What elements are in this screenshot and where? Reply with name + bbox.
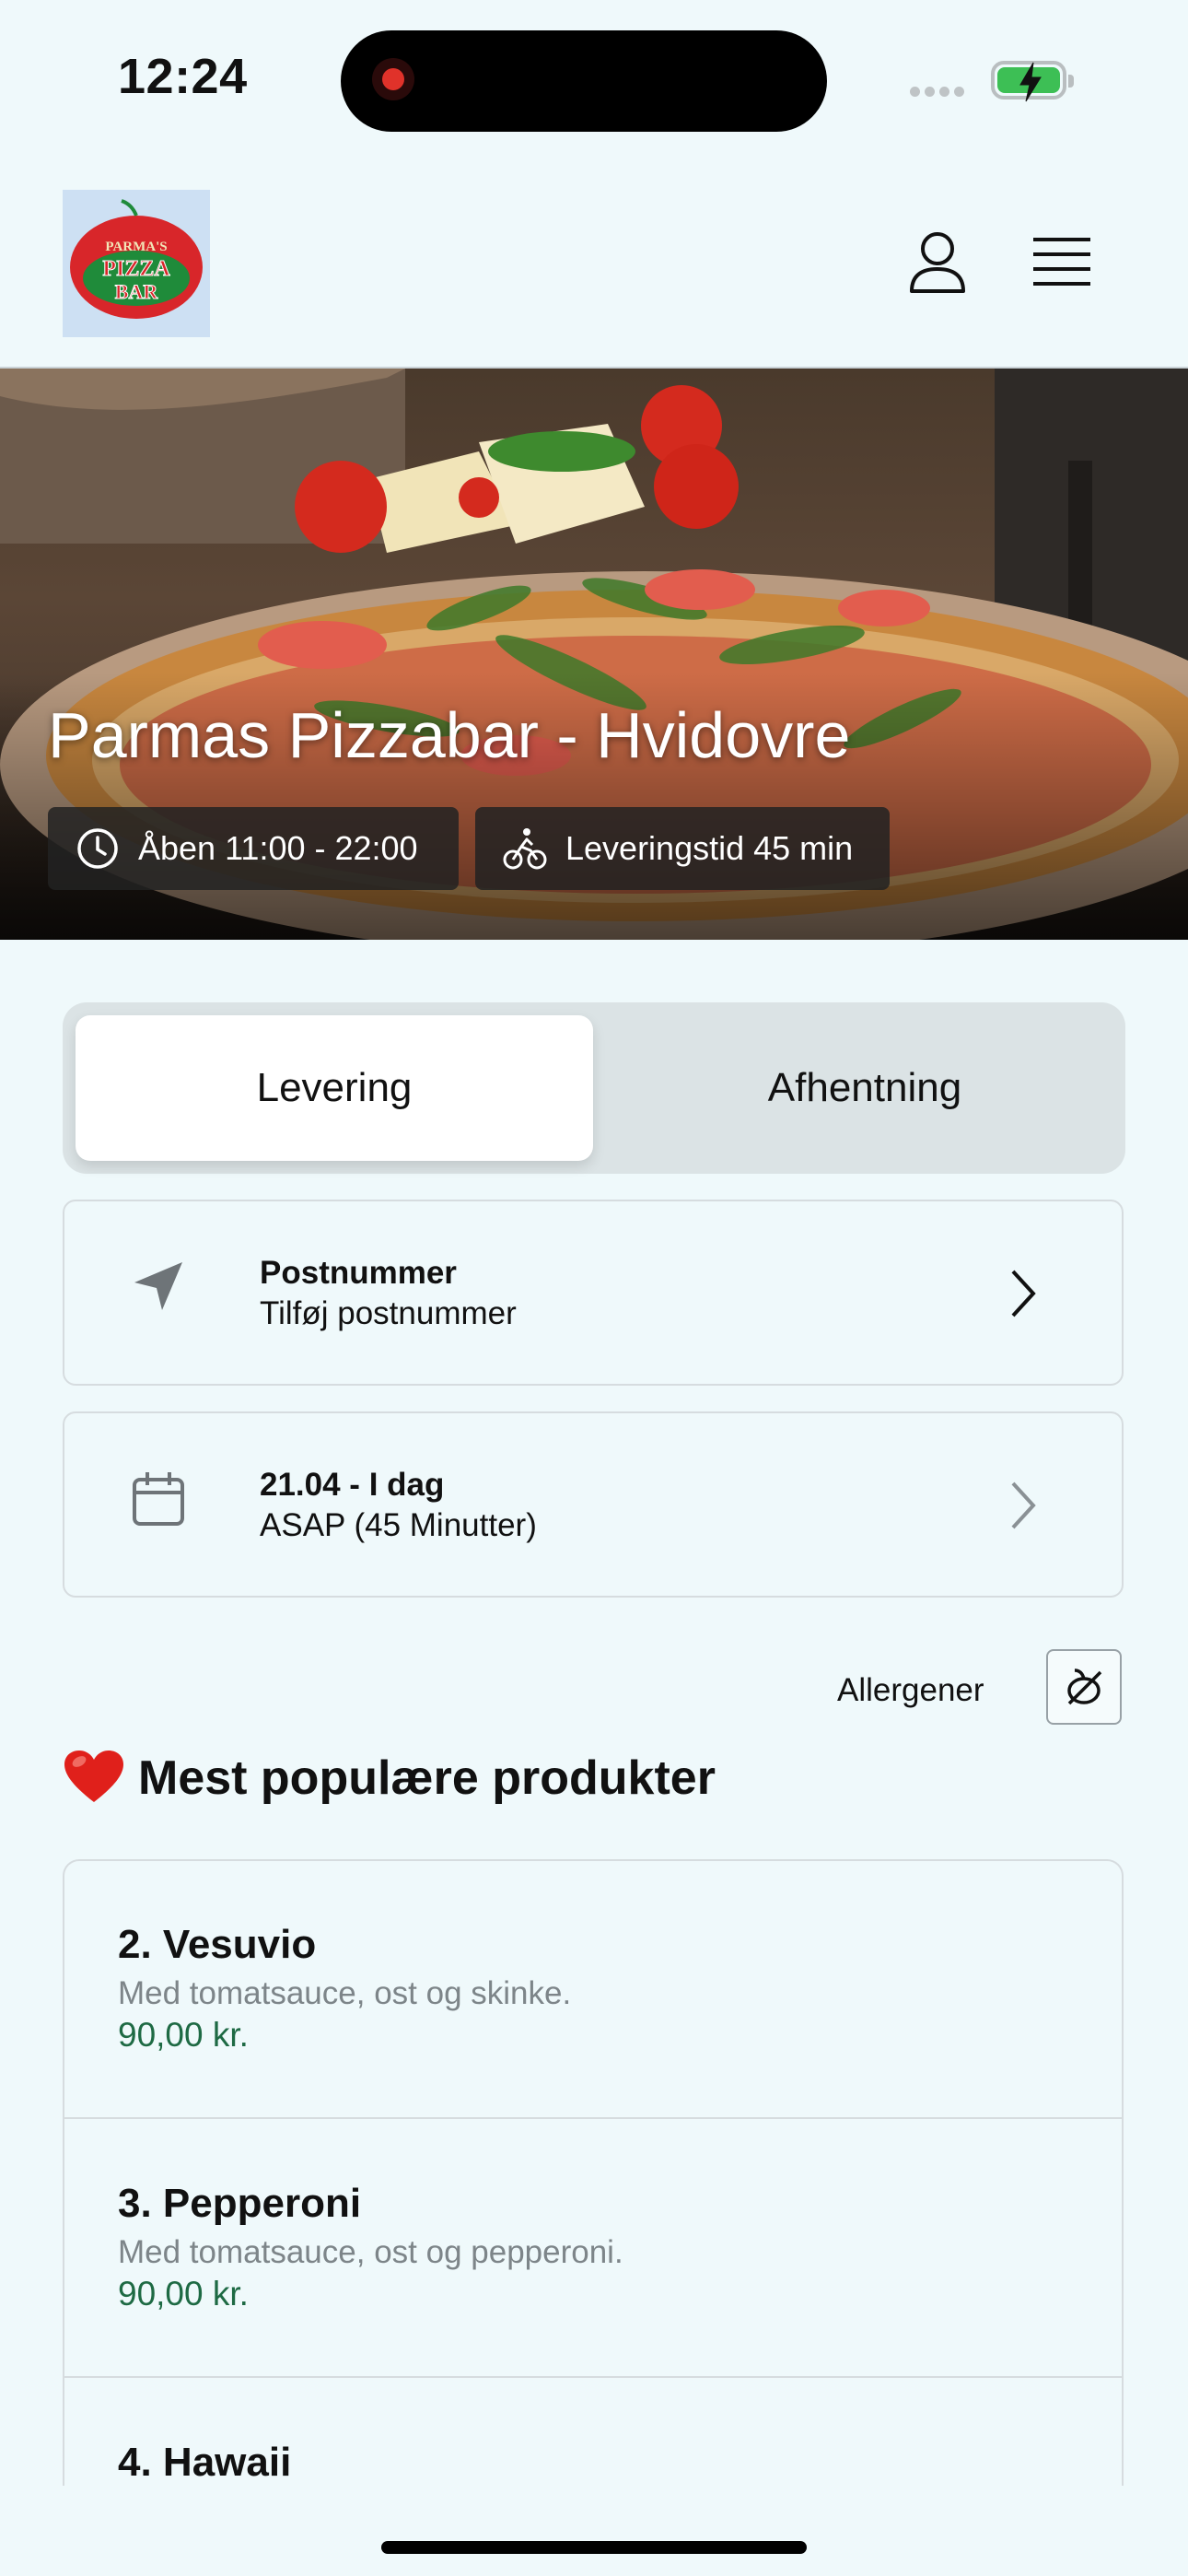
postal-code-value: Tilføj postnummer bbox=[260, 1295, 517, 1331]
recording-indicator-icon bbox=[372, 58, 414, 100]
product-description: Med tomatsauce, ost og skinke. bbox=[118, 1975, 572, 2011]
product-list: 2. Vesuvio Med tomatsauce, ost og skinke… bbox=[63, 1859, 1124, 2486]
opening-hours-chip: Åben 11:00 - 22:00 bbox=[48, 807, 459, 890]
home-indicator bbox=[381, 2541, 807, 2554]
popular-products-heading: Mest populære produkter bbox=[138, 1751, 716, 1805]
heart-icon bbox=[64, 1751, 123, 1802]
logo-text-bottom: BAR bbox=[115, 280, 159, 303]
cellular-signal-icon bbox=[910, 85, 969, 101]
product-card[interactable]: 4. Hawaii bbox=[64, 2379, 1122, 2486]
app-header: PARMA'S PIZZA BAR bbox=[0, 166, 1188, 369]
product-price: 90,00 kr. bbox=[118, 2275, 249, 2313]
chevron-right-icon bbox=[1011, 1270, 1036, 1317]
product-name: 4. Hawaii bbox=[118, 2440, 292, 2485]
delivery-tab[interactable]: Levering bbox=[76, 1015, 593, 1161]
postal-code-selector[interactable]: Postnummer Tilføj postnummer bbox=[63, 1200, 1124, 1386]
delivery-time-chip: Leveringstid 45 min bbox=[475, 807, 890, 890]
battery-charging-icon bbox=[991, 61, 1074, 102]
menu-icon[interactable] bbox=[1031, 236, 1092, 292]
delivery-date-title: 21.04 - I dag bbox=[260, 1467, 445, 1503]
logo-text-top: PARMA'S bbox=[105, 240, 167, 254]
product-description: Med tomatsauce, ost og pepperoni. bbox=[118, 2234, 623, 2270]
product-name: 2. Vesuvio bbox=[118, 1922, 317, 1967]
status-time: 12:24 bbox=[118, 49, 248, 104]
restaurant-logo[interactable]: PARMA'S PIZZA BAR bbox=[63, 190, 210, 337]
chevron-right-icon bbox=[1011, 1481, 1036, 1529]
no-allergen-icon bbox=[1067, 1669, 1102, 1705]
clock-icon bbox=[77, 828, 118, 869]
logo-text-middle: PIZZA bbox=[102, 257, 170, 281]
profile-icon[interactable] bbox=[907, 230, 968, 301]
opening-hours-text: Åben 11:00 - 22:00 bbox=[138, 829, 418, 867]
location-arrow-icon bbox=[134, 1262, 182, 1310]
product-price: 90,00 kr. bbox=[118, 2016, 249, 2054]
postal-code-title: Postnummer bbox=[260, 1255, 457, 1291]
product-name: 3. Pepperoni bbox=[118, 2181, 362, 2226]
product-card[interactable]: 3. Pepperoni Med tomatsauce, ost og pepp… bbox=[64, 2120, 1122, 2378]
bicycle-icon bbox=[503, 828, 547, 870]
delivery-time-text: Leveringstid 45 min bbox=[565, 829, 854, 867]
pickup-tab[interactable]: Afhentning bbox=[606, 1015, 1124, 1161]
product-card[interactable]: 2. Vesuvio Med tomatsauce, ost og skinke… bbox=[64, 1861, 1122, 2119]
allergens-button[interactable] bbox=[1046, 1649, 1122, 1725]
delivery-time-value: ASAP (45 Minutter) bbox=[260, 1507, 537, 1543]
restaurant-name: Parmas Pizzabar - Hvidovre bbox=[48, 699, 851, 771]
hero-banner: Parmas Pizzabar - Hvidovre Åben 11:00 - … bbox=[0, 369, 1188, 940]
calendar-icon bbox=[133, 1472, 184, 1526]
allergens-label: Allergener bbox=[837, 1672, 984, 1708]
order-mode-toggle: Levering Afhentning bbox=[63, 1002, 1125, 1174]
delivery-time-selector[interactable]: 21.04 - I dag ASAP (45 Minutter) bbox=[63, 1411, 1124, 1598]
